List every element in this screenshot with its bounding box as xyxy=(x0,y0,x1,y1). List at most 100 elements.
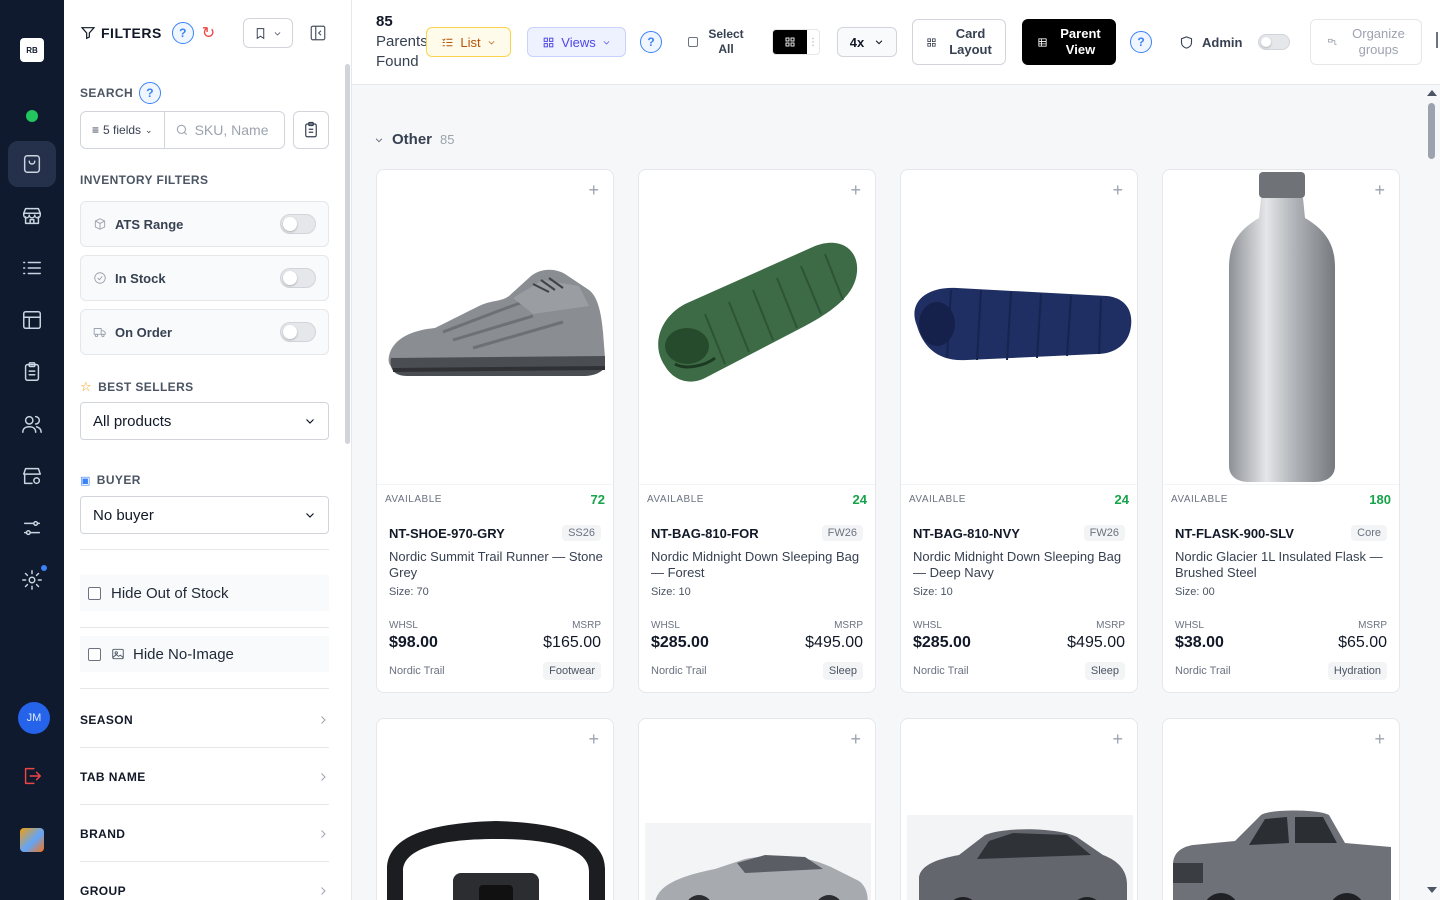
brand-section[interactable]: BRAND xyxy=(80,806,329,862)
product-sku[interactable]: NT-BAG-810-NVY xyxy=(913,526,1020,541)
season-badge: FW26 xyxy=(1083,525,1125,541)
grid-view-toggle[interactable]: ⋮ xyxy=(772,29,820,55)
notification-dot xyxy=(41,565,47,571)
buyer-label: ▣ BUYER xyxy=(80,473,141,487)
tab-name-section[interactable]: TAB NAME xyxy=(80,749,329,805)
on-order-toggle-card[interactable]: On Order xyxy=(80,309,329,355)
hide-no-image-row[interactable]: Hide No-Image xyxy=(80,636,329,672)
layout-help-button[interactable]: ? xyxy=(1130,31,1152,53)
sleeping-bag-navy-image xyxy=(907,270,1133,380)
product-card[interactable]: + xyxy=(638,718,876,900)
msrp-price: $495.00 xyxy=(805,634,863,651)
product-sku[interactable]: NT-SHOE-970-GRY xyxy=(389,526,505,541)
list-mode-button[interactable]: List xyxy=(426,27,511,57)
toolbar: 85 Parents Found List Views ? Select All … xyxy=(352,0,1440,85)
season-section[interactable]: SEASON xyxy=(80,692,329,748)
admin-switch[interactable] xyxy=(1258,34,1291,50)
ats-range-toggle-card[interactable]: ATS Range xyxy=(80,201,329,247)
in-stock-switch[interactable] xyxy=(280,268,316,288)
chevron-right-icon xyxy=(321,886,326,895)
product-name: Nordic Glacier 1L Insulated Flask — Brus… xyxy=(1175,549,1383,580)
saved-filters-button[interactable] xyxy=(243,18,293,48)
ats-range-switch[interactable] xyxy=(280,214,316,234)
search-fields-button[interactable]: ≡ 5 fields ⌄ xyxy=(81,112,165,148)
collapse-sidebar-button[interactable] xyxy=(307,22,329,44)
nav-users-button[interactable] xyxy=(8,401,56,447)
toolbar-overflow-edge[interactable] xyxy=(1436,32,1440,48)
search-input[interactable] xyxy=(194,122,279,138)
on-order-switch[interactable] xyxy=(280,322,316,342)
main-scrollbar-thumb[interactable] xyxy=(1428,103,1435,159)
nav-products-button[interactable] xyxy=(8,141,56,187)
filters-header: FILTERS ? ↻ xyxy=(80,18,215,48)
add-product-icon[interactable]: + xyxy=(850,729,861,750)
reset-filters-icon[interactable]: ↻ xyxy=(202,23,215,43)
nav-filters-button[interactable] xyxy=(8,505,56,551)
nav-settings-button[interactable] xyxy=(8,557,56,603)
add-product-icon[interactable]: + xyxy=(1112,180,1123,201)
organize-groups-button[interactable]: Organize groups xyxy=(1310,19,1422,65)
group-section[interactable]: GROUP xyxy=(80,863,329,900)
hide-out-of-stock-checkbox[interactable] xyxy=(88,586,101,600)
sidebar-scrollbar[interactable] xyxy=(345,64,350,444)
nav-list-button[interactable] xyxy=(8,245,56,291)
product-sku[interactable]: NT-BAG-810-FOR xyxy=(651,526,759,541)
logout-button[interactable] xyxy=(8,753,56,799)
in-stock-toggle-card[interactable]: In Stock xyxy=(80,255,329,301)
select-all-checkbox[interactable] xyxy=(688,37,699,47)
help-icon: ? xyxy=(1130,31,1152,53)
scroll-up-arrow[interactable] xyxy=(1427,90,1437,96)
more-vertical-icon[interactable]: ⋮ xyxy=(807,37,819,48)
availability-row: AVAILABLE 180 xyxy=(1163,484,1399,514)
grid-icon xyxy=(543,37,554,47)
product-card[interactable]: + xyxy=(376,718,614,900)
add-product-icon[interactable]: + xyxy=(1374,729,1385,750)
product-card[interactable]: + xyxy=(900,718,1138,900)
admin-toggle[interactable]: Admin xyxy=(1179,29,1291,55)
app-logo[interactable]: RB xyxy=(20,38,44,62)
season-badge: SS26 xyxy=(562,525,601,541)
card-layout-button[interactable]: Card Layout xyxy=(912,19,1006,65)
user-avatar[interactable]: JM xyxy=(18,702,50,734)
add-product-icon[interactable]: + xyxy=(850,180,861,201)
add-product-icon[interactable]: + xyxy=(588,180,599,201)
search-box xyxy=(165,122,284,138)
nav-store-button[interactable] xyxy=(8,193,56,239)
group-header-other[interactable]: Other 85 xyxy=(374,131,454,148)
scroll-down-arrow[interactable] xyxy=(1427,887,1437,893)
availability-row: AVAILABLE 72 xyxy=(377,484,613,514)
product-card[interactable]: + AVAILABLE 180 NT-FLASK-900-SLV Core No… xyxy=(1162,169,1400,693)
parent-view-button[interactable]: Parent View xyxy=(1022,19,1116,65)
product-card[interactable]: + AVAILABLE 24 NT-BAG-810-NVY FW26 Nordi… xyxy=(900,169,1138,693)
add-product-icon[interactable]: + xyxy=(588,729,599,750)
product-sku[interactable]: NT-FLASK-900-SLV xyxy=(1175,526,1294,541)
hide-no-image-checkbox[interactable] xyxy=(88,647,101,661)
profile-image[interactable] xyxy=(20,828,44,852)
nav-store-settings-button[interactable] xyxy=(8,453,56,499)
search-help-icon[interactable]: ? xyxy=(139,82,162,104)
nav-layout-button[interactable] xyxy=(8,297,56,343)
hide-out-of-stock-row[interactable]: Hide Out of Stock xyxy=(80,575,329,611)
views-help-button[interactable]: ? xyxy=(640,31,662,53)
best-sellers-select[interactable]: All products xyxy=(80,402,329,440)
product-card[interactable]: + AVAILABLE 24 NT-BAG-810-FOR FW26 Nordi… xyxy=(638,169,876,693)
parents-found-count: 85 Parents Found xyxy=(376,13,428,70)
zoom-select[interactable]: 4x xyxy=(837,27,897,57)
product-card[interactable]: + xyxy=(1162,718,1400,900)
views-button[interactable]: Views xyxy=(527,27,626,57)
nav-orders-button[interactable] xyxy=(8,349,56,395)
add-product-icon[interactable]: + xyxy=(1112,729,1123,750)
headlamp-image xyxy=(383,809,609,900)
filters-help-icon[interactable]: ? xyxy=(171,22,194,44)
chevron-down-icon xyxy=(375,137,383,142)
paste-skus-button[interactable] xyxy=(293,111,329,149)
product-card[interactable]: + AVAILABLE 72 NT-SHOE-970-GRY SS26 Nord… xyxy=(376,169,614,693)
select-all-button[interactable]: Select All xyxy=(681,25,751,59)
season-badge: FW26 xyxy=(821,525,863,541)
grid-view-option[interactable] xyxy=(773,30,807,54)
price-row: WHSL $38.00 MSRP $65.00 xyxy=(1175,620,1387,651)
card-footer: Nordic Trail Footwear xyxy=(389,662,601,680)
buyer-select[interactable]: No buyer xyxy=(80,496,329,534)
divider xyxy=(80,688,329,689)
available-quantity: 24 xyxy=(852,492,867,507)
